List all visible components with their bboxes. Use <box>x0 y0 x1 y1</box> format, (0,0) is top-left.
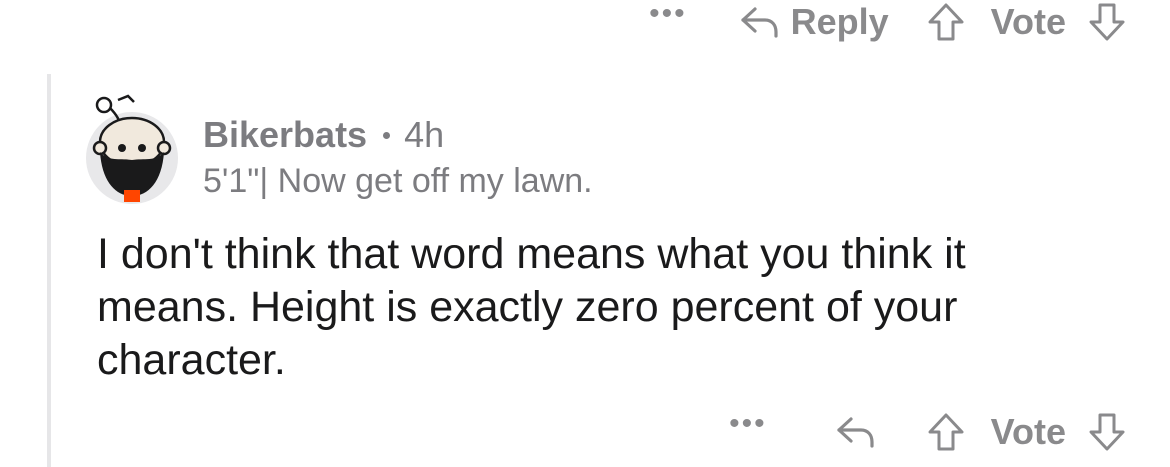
reply-button[interactable] <box>835 415 877 449</box>
vote-controls: Vote <box>927 1 1126 43</box>
upvote-arrow-icon[interactable] <box>927 412 965 452</box>
comment-actions: ••• Vote <box>729 407 1126 457</box>
user-flair: 5'1"| Now get off my lawn. <box>203 162 593 200</box>
comment-body: I don't think that word means what you t… <box>97 230 966 384</box>
comment-thread-view: ••• Reply Vote Bikerbats 4h 5'1"| Now ge… <box>0 0 1170 467</box>
author-username[interactable]: Bikerbats <box>203 114 367 156</box>
more-options-button[interactable]: ••• <box>649 0 687 29</box>
thread-indent-line[interactable] <box>47 74 51 467</box>
reply-arrow-icon <box>739 5 781 39</box>
avatar[interactable] <box>82 92 182 204</box>
upvote-arrow-icon[interactable] <box>927 2 965 42</box>
downvote-arrow-icon[interactable] <box>1088 2 1126 42</box>
more-options-button[interactable]: ••• <box>729 409 767 439</box>
comment-meta: Bikerbats 4h <box>203 114 444 156</box>
reply-arrow-icon <box>837 417 874 448</box>
vote-count: Vote <box>990 411 1066 452</box>
separator-dot <box>383 131 391 139</box>
downvote-arrow-icon[interactable] <box>1088 412 1126 452</box>
comment-timestamp: 4h <box>404 114 445 155</box>
vote-count: Vote <box>990 1 1066 42</box>
reply-button[interactable]: Reply <box>739 1 889 43</box>
reply-label: Reply <box>790 1 889 42</box>
vote-controls: Vote <box>927 411 1126 453</box>
parent-comment-actions: ••• Reply Vote <box>649 0 1126 44</box>
